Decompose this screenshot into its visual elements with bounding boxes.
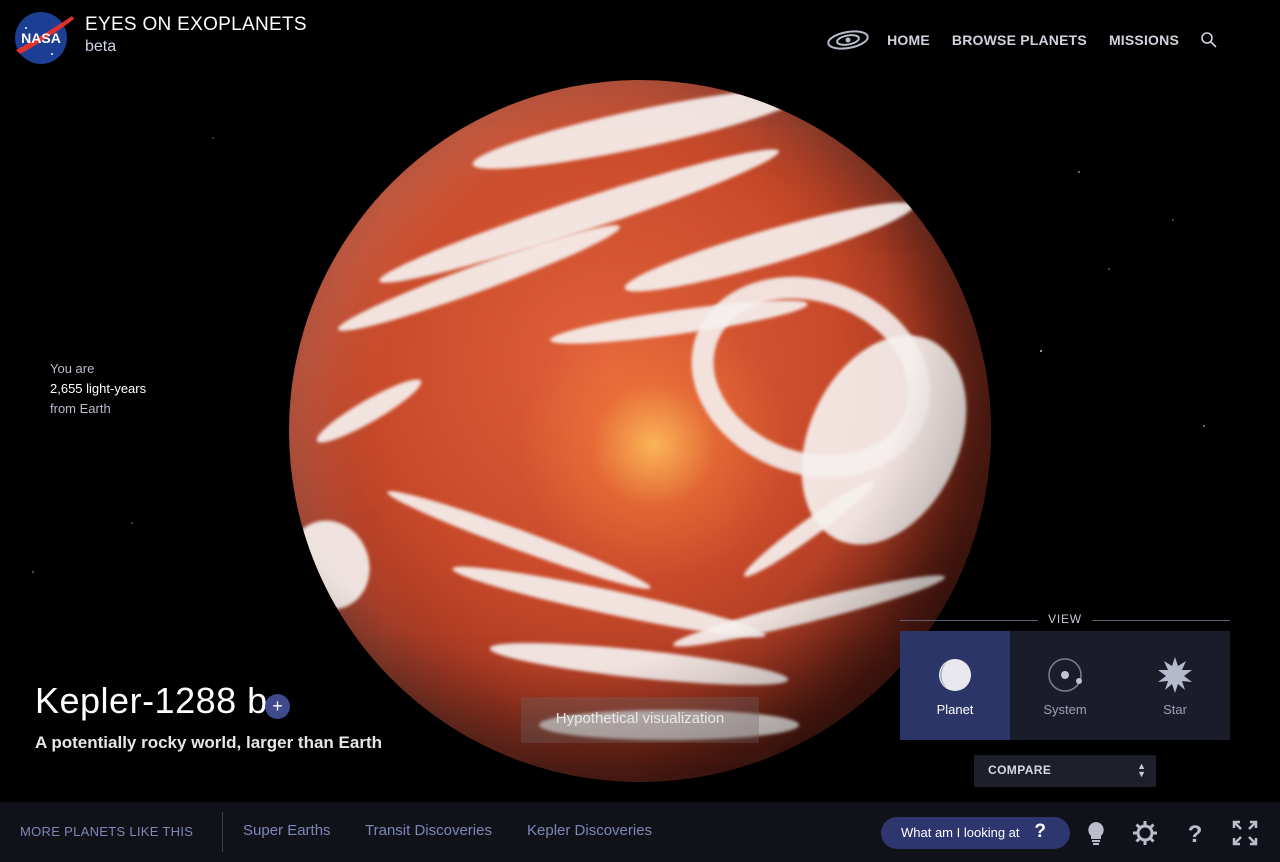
bottom-bar: MORE PLANETS LIKE THIS Super Earths Tran… (0, 802, 1280, 862)
updown-arrows-icon: ▲ ▼ (1137, 761, 1146, 779)
nasa-logo[interactable]: NASA (12, 10, 74, 66)
fullscreen-icon[interactable] (1232, 820, 1258, 846)
nav-missions[interactable]: MISSIONS (1109, 32, 1179, 48)
view-planet-button[interactable]: Planet (900, 631, 1010, 740)
tag-transit-discoveries[interactable]: Transit Discoveries (365, 822, 492, 839)
distance-readout: You are 2,655 light-years from Earth (50, 359, 146, 419)
view-selector: Planet System Star (900, 631, 1230, 740)
divider (222, 812, 223, 852)
question-icon: ? (1034, 821, 1046, 842)
nav-home[interactable]: HOME (887, 32, 930, 48)
nav-browse-planets[interactable]: BROWSE PLANETS (952, 32, 1087, 48)
what-am-i-looking-at-button[interactable]: What am I looking at ? (881, 817, 1070, 849)
svg-text:NASA: NASA (21, 30, 61, 46)
star-icon (1158, 657, 1192, 693)
view-system-button[interactable]: System (1010, 631, 1120, 740)
view-title: VIEW (1048, 612, 1082, 626)
main-nav: HOME BROWSE PLANETS MISSIONS (826, 28, 1218, 52)
lightbulb-icon[interactable] (1083, 820, 1109, 846)
svg-text:?: ? (1188, 821, 1203, 846)
app-subtitle: beta (85, 38, 117, 55)
view-heading: VIEW (900, 612, 1230, 628)
compare-label: COMPARE (988, 763, 1052, 777)
view-planet-label: Planet (936, 702, 974, 717)
view-star-label: Star (1163, 702, 1187, 717)
planet-name: Kepler-1288 b (35, 680, 268, 721)
distance-suffix: from Earth (50, 401, 111, 416)
distance-prefix: You are (50, 361, 95, 376)
search-icon[interactable] (1200, 31, 1218, 49)
what-am-i-label: What am I looking at (901, 825, 1020, 840)
view-star-button[interactable]: Star (1120, 631, 1230, 740)
compare-select[interactable]: COMPARE ▲ ▼ (974, 755, 1156, 787)
planet-info-button[interactable]: + (265, 694, 290, 719)
more-planets-label: MORE PLANETS LIKE THIS (20, 824, 194, 839)
view-system-label: System (1043, 702, 1087, 717)
system-icon (1048, 658, 1082, 692)
tag-kepler-discoveries[interactable]: Kepler Discoveries (527, 822, 652, 839)
planet-description: A potentially rocky world, larger than E… (35, 733, 382, 752)
tag-super-earths[interactable]: Super Earths (243, 822, 331, 839)
planet-visualization[interactable] (289, 80, 991, 782)
app-title[interactable]: EYES ON EXOPLANETS (85, 14, 307, 36)
planet-icon (939, 659, 971, 691)
visualization-note: Hypothetical visualization (521, 697, 759, 743)
help-icon[interactable]: ? (1182, 820, 1208, 846)
distance-value: 2,655 light-years (50, 381, 147, 396)
galaxy-icon[interactable] (826, 28, 870, 52)
settings-icon[interactable] (1132, 820, 1158, 846)
